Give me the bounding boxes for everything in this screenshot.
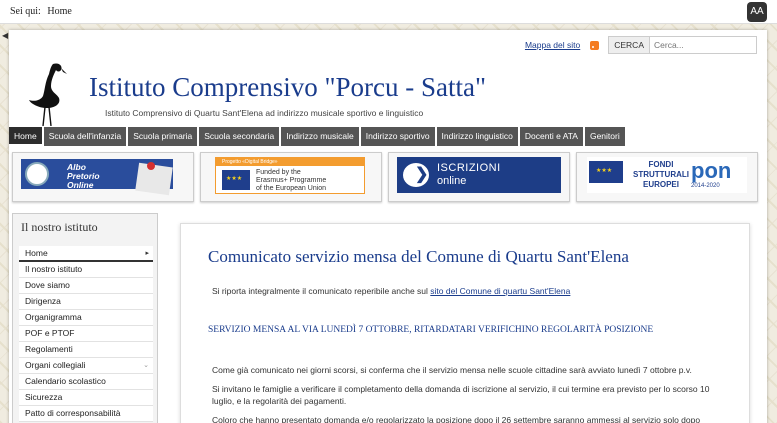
breadcrumb-current[interactable]: Home [47,6,71,17]
banner-albo-pretorio[interactable]: Albo Pretorio Online [12,152,194,202]
banner-iscrizioni[interactable]: ❯ ISCRIZIONI online [388,152,570,202]
pon-panel: FONDI STRUTTURALI EUROPEI pon 2014-2020 [587,157,747,193]
search-box: CERCA [608,36,757,54]
breadcrumb: Sei qui: Home [10,6,72,17]
main-nav: Home Scuola dell'infanzia Scuola primari… [9,127,627,146]
comune-site-link[interactable]: sito del Comune di quartu Sant'Elena [430,286,570,296]
emblem-icon [25,162,49,186]
sidebar-item-organigramma[interactable]: Organigramma [19,310,153,326]
iscrizioni-line1: ISCRIZIONI [437,162,501,174]
sidebar-item-label: Regolamenti [25,344,73,354]
pon-text: FONDI STRUTTURALI EUROPEI [631,160,691,190]
eu-flag-icon [222,170,250,190]
erasmus-panel: Progetto «Digital Bridge» Funded by the … [215,157,365,194]
flamingo-logo-icon[interactable] [23,60,69,126]
sidebar-item-pof[interactable]: POF e PTOF [19,326,153,342]
caret-left-icon[interactable]: ◀ [2,31,8,40]
site-subtitle: Istituto Comprensivo di Quartu Sant'Elen… [105,108,424,118]
sidebar-item-label: Organi collegiali [25,360,86,370]
sitemap-link[interactable]: Mappa del sito [525,40,580,50]
sidebar-item-label: Il nostro istituto [25,264,83,274]
pon-line3: EUROPEI [642,180,679,189]
sidebar-item-organi-collegiali[interactable]: Organi collegiali ⌄ [19,358,153,374]
sidebar-item-label: Home [25,248,48,258]
top-bar: Sei qui: Home AA [0,0,777,24]
sidebar-item-calendario[interactable]: Calendario scolastico [19,374,153,390]
sidebar-menu: Home ▸ Il nostro istituto Dove siamo Diri… [19,246,153,422]
sidebar-item-label: Patto di corresponsabilità [25,408,121,418]
sidebar-item-home[interactable]: Home ▸ [19,246,153,262]
font-size-toggle-button[interactable]: AA [747,2,767,22]
article-intro: Si riporta integralmente il comunicato r… [212,286,570,296]
sidebar-item-label: Calendario scolastico [25,376,106,386]
sidebar-item-label: Dove siamo [25,280,70,290]
article-intro-text: Si riporta integralmente il comunicato r… [212,286,428,296]
erasmus-line2: Erasmus+ Programme [256,177,327,184]
erasmus-line3: of the European Union [256,185,327,192]
pon-logo: pon [691,158,732,183]
sidebar-title: Il nostro istituto [21,220,98,234]
article-paragraph-2: Si invitano le famiglie a verificare il … [212,384,710,406]
pon-line1: FONDI [648,160,674,169]
article: Comunicato servizio mensa del Comune di … [180,223,750,423]
article-subheading: SERVIZIO MENSA AL VIA LUNEDÌ 7 OTTOBRE, … [208,325,654,335]
albo-line3: Online [67,180,94,190]
article-paragraph-1: Come già comunicato nei giorni scorsi, s… [212,365,692,375]
search-input[interactable] [650,37,756,53]
site-title[interactable]: Istituto Comprensivo "Porcu - Satta" [89,72,486,103]
erasmus-text: Funded by the Erasmus+ Programme of the … [256,169,326,193]
sidebar-item-label: Dirigenza [25,296,61,306]
albo-text: Albo Pretorio Online [67,163,100,190]
chevron-down-icon[interactable]: ⌄ [143,358,149,373]
erasmus-top: Progetto «Digital Bridge» [216,158,364,166]
nav-item-musicale[interactable]: Indirizzo musicale [281,127,359,146]
pon-line2: STRUTTURALI [633,170,689,179]
article-title: Comunicato servizio mensa del Comune di … [208,247,629,266]
sidebar-item-dove-siamo[interactable]: Dove siamo [19,278,153,294]
erasmus-line1: Funded by the [256,169,301,176]
banner-erasmus[interactable]: Progetto «Digital Bridge» Funded by the … [200,152,382,202]
sidebar-item-patto[interactable]: Patto di corresponsabilità [19,406,153,422]
iscrizioni-panel: ❯ ISCRIZIONI online [397,157,561,193]
sidebar-item-label: Organigramma [25,312,82,322]
caret-right-icon: ▸ [145,250,149,257]
sidebar-item-istituto[interactable]: Il nostro istituto [19,262,153,278]
banner-row: Albo Pretorio Online Progetto «Digital B… [12,152,764,202]
sidebar: Il nostro istituto Home ▸ Il nostro istit… [12,213,158,423]
sidebar-item-sicurezza[interactable]: Sicurezza [19,390,153,406]
albo-panel: Albo Pretorio Online [21,159,173,196]
nav-item-home[interactable]: Home [9,127,42,146]
header-links: Mappa del sito CERCA [525,36,757,54]
pin-icon [147,162,155,170]
nav-item-linguistico[interactable]: Indirizzo linguistico [436,127,518,146]
search-label: CERCA [609,37,650,53]
iscrizioni-line2: online [437,175,467,187]
sidebar-item-label: Sicurezza [25,392,63,402]
nav-item-docenti[interactable]: Docenti e ATA [519,127,583,146]
rss-icon[interactable] [590,40,600,50]
pon-years: 2014-2020 [691,183,720,189]
nav-item-secondaria[interactable]: Scuola secondaria [199,127,280,146]
arrow-circle-icon: ❯ [403,163,429,187]
sidebar-item-dirigenza[interactable]: Dirigenza [19,294,153,310]
page-panel: Mappa del sito CERCA Istituto Comprensiv… [9,30,767,423]
nav-item-sportivo[interactable]: Indirizzo sportivo [360,127,435,146]
sidebar-item-regolamenti[interactable]: Regolamenti [19,342,153,358]
breadcrumb-label: Sei qui: [10,6,41,17]
nav-item-infanzia[interactable]: Scuola dell'infanzia [43,127,127,146]
nav-item-primaria[interactable]: Scuola primaria [128,127,198,146]
nav-item-genitori[interactable]: Genitori [584,127,625,146]
banner-pon[interactable]: FONDI STRUTTURALI EUROPEI pon 2014-2020 [576,152,758,202]
article-paragraph-3: Coloro che hanno presentato domanda e/o … [212,415,701,423]
eu-flag-icon [589,161,623,183]
sidebar-item-label: POF e PTOF [25,328,75,338]
